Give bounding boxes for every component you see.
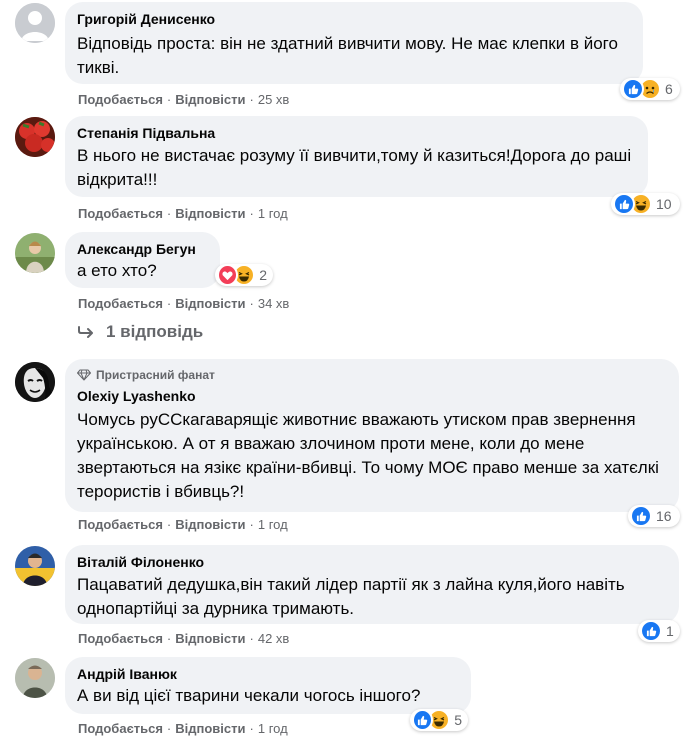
reaction-count: 1 (666, 623, 674, 639)
comment-author[interactable]: Olexiy Lyashenko (77, 387, 667, 405)
like-button[interactable]: Подобається (78, 631, 163, 647)
avatar[interactable] (15, 546, 55, 586)
view-replies-link[interactable]: 1 відповідь (78, 322, 203, 342)
separator: · (166, 721, 172, 736)
comment-time[interactable]: 1 год (258, 517, 288, 533)
comment-time[interactable]: 1 год (258, 206, 288, 222)
comment-text: Чомусь руССкагаварящіє животниє вважають… (77, 410, 659, 501)
reply-button[interactable]: Відповісти (175, 296, 245, 312)
reaction-summary[interactable]: 6 (620, 78, 680, 100)
like-button[interactable]: Подобається (78, 517, 163, 533)
separator: · (249, 631, 254, 646)
reaction-summary[interactable]: 5 (410, 709, 468, 731)
separator: · (166, 92, 172, 107)
comment-author[interactable]: Віталій Філоненко (77, 553, 667, 571)
like-button[interactable]: Подобається (78, 296, 163, 312)
comment-actions: Подобається · Відповісти · 1 год (78, 206, 288, 222)
reaction-summary[interactable]: 1 (638, 620, 680, 642)
comment-text: В нього не вистачає розуму її вивчити,то… (77, 146, 632, 189)
separator: · (166, 296, 172, 311)
comment-time[interactable]: 1 год (258, 721, 288, 737)
comment-time[interactable]: 34 хв (258, 296, 289, 312)
separator: · (249, 206, 254, 221)
like-icon (622, 78, 644, 100)
separator: · (249, 517, 254, 532)
comment-bubble: Андрій Іванюк А ви від цієї тварини чека… (65, 657, 471, 714)
reply-button[interactable]: Відповісти (175, 206, 245, 222)
reaction-summary[interactable]: 2 (215, 264, 273, 286)
comment-author[interactable]: Степанія Підвальна (77, 124, 636, 142)
comment-actions: Подобається · Відповісти · 25 хв (78, 92, 289, 108)
diamond-icon (77, 369, 91, 381)
comment-actions: Подобається · Відповісти · 34 хв (78, 296, 289, 312)
comment-author[interactable]: Григорій Денисенко (77, 10, 631, 28)
reply-button[interactable]: Відповісти (175, 517, 245, 533)
reaction-summary[interactable]: 10 (611, 193, 680, 215)
like-icon (640, 620, 662, 642)
like-icon (613, 193, 635, 215)
comment-bubble: Віталій Філоненко Пацаватий дедушка,він … (65, 545, 679, 624)
comment-bubble: Александр Бегун а ето хто? (65, 232, 220, 288)
reply-button[interactable]: Відповісти (175, 92, 245, 108)
fan-badge-label: Пристрасний фанат (96, 368, 215, 382)
comment-actions: Подобається · Відповісти · 1 год (78, 517, 288, 533)
like-icon (412, 709, 434, 731)
avatar[interactable] (15, 117, 55, 157)
comment-time[interactable]: 25 хв (258, 92, 289, 108)
comment-text: А ви від цієї тварини чекали чогось іншо… (77, 686, 421, 705)
like-button[interactable]: Подобається (78, 206, 163, 222)
reaction-summary[interactable]: 16 (628, 505, 680, 527)
comment-text: а ето хто? (77, 261, 157, 280)
fan-badge: Пристрасний фанат (77, 367, 667, 383)
separator: · (249, 721, 254, 736)
comment-text: Відповідь проста: він не здатний вивчити… (77, 34, 618, 77)
comment-author[interactable]: Андрій Іванюк (77, 665, 459, 683)
comment-bubble: Григорій Денисенко Відповідь проста: він… (65, 2, 643, 84)
like-icon (630, 505, 652, 527)
avatar[interactable] (15, 362, 55, 402)
reaction-count: 2 (259, 267, 267, 283)
comment-text: Пацаватий дедушка,він такий лідер партії… (77, 575, 625, 618)
avatar[interactable] (15, 3, 55, 43)
comment-bubble: Пристрасний фанат Olexiy Lyashenko Чомус… (65, 359, 679, 512)
comment-bubble: Степанія Підвальна В нього не вистачає р… (65, 116, 648, 197)
reply-button[interactable]: Відповісти (175, 631, 245, 647)
reaction-count: 5 (454, 712, 462, 728)
separator: · (166, 517, 172, 532)
love-icon (217, 264, 239, 286)
reaction-count: 10 (656, 196, 672, 212)
reply-arrow-icon (78, 326, 93, 338)
comment-author[interactable]: Александр Бегун (77, 240, 208, 258)
separator: · (166, 631, 172, 646)
separator: · (249, 92, 254, 107)
reaction-count: 16 (656, 508, 672, 524)
comment-actions: Подобається · Відповісти · 42 хв (78, 631, 289, 647)
reaction-count: 6 (665, 81, 673, 97)
like-button[interactable]: Подобається (78, 92, 163, 108)
separator: · (166, 206, 172, 221)
like-button[interactable]: Подобається (78, 721, 163, 737)
avatar[interactable] (15, 658, 55, 698)
separator: · (249, 296, 254, 311)
reply-button[interactable]: Відповісти (175, 721, 245, 737)
comment-actions: Подобається · Відповісти · 1 год (78, 721, 288, 737)
avatar[interactable] (15, 233, 55, 273)
replies-count[interactable]: 1 відповідь (106, 322, 203, 342)
comment-time[interactable]: 42 хв (258, 631, 289, 647)
